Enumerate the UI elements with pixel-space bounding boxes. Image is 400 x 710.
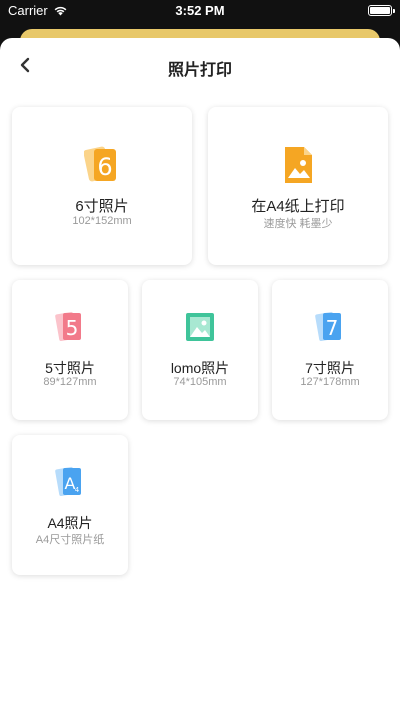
card-subtitle: A4尺寸照片纸	[35, 534, 105, 546]
card-photo-7[interactable]: 7 7寸照片 127*178mm	[272, 280, 388, 420]
card-title: 6寸照片	[75, 198, 129, 215]
image-file-icon	[285, 147, 312, 183]
status-time: 3:52 PM	[175, 3, 225, 18]
svg-text:4: 4	[75, 486, 80, 494]
photo-a4-icon: A 4	[55, 466, 81, 497]
card-subtitle: 127*178mm	[300, 376, 360, 388]
page-title: 照片打印	[167, 62, 232, 79]
photo-print-sheet: 照片打印 6 6寸照片 102*152mm 在A4纸上打印 速度快 耗墨少 5 …	[0, 38, 400, 710]
card-subtitle: 74*105mm	[173, 376, 227, 388]
card-photo-a4[interactable]: A 4 A4照片 A4尺寸照片纸	[12, 435, 128, 575]
card-a4-paper[interactable]: 在A4纸上打印 速度快 耗墨少	[208, 107, 388, 265]
card-photo-5[interactable]: 5 5寸照片 89*127mm	[12, 280, 128, 420]
photo-6-icon: 6	[84, 146, 116, 182]
card-title: 7寸照片	[305, 360, 355, 376]
nav-bar: 照片打印	[0, 38, 400, 94]
battery-icon	[368, 5, 395, 16]
card-subtitle: 89*127mm	[43, 376, 97, 388]
photo-5-icon: 5	[55, 311, 81, 342]
card-title: A4照片	[47, 515, 93, 531]
card-title: lomo照片	[170, 360, 230, 376]
svg-text:6: 6	[97, 153, 112, 181]
status-bar: Carrier 3:52 PM	[0, 0, 400, 22]
card-photo-6[interactable]: 6 6寸照片 102*152mm	[12, 107, 192, 265]
svg-text:7: 7	[326, 316, 339, 340]
photo-7-icon: 7	[315, 311, 341, 342]
card-lomo[interactable]: lomo照片 74*105mm	[142, 280, 258, 420]
card-title: 5寸照片	[45, 360, 95, 376]
svg-text:5: 5	[66, 316, 79, 340]
card-subtitle: 102*152mm	[72, 215, 132, 227]
card-title: 在A4纸上打印	[251, 198, 345, 215]
card-subtitle: 速度快 耗墨少	[263, 218, 333, 230]
lomo-image-icon	[186, 313, 214, 341]
